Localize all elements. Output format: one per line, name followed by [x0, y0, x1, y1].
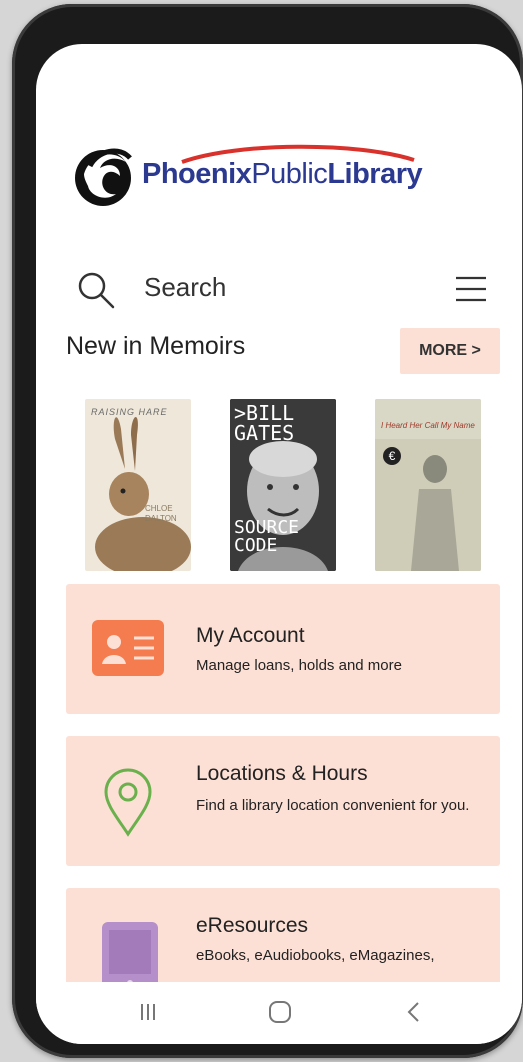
logo-part-public: Public: [251, 158, 328, 190]
location-pin-icon: [104, 768, 152, 837]
book-1-cover-author: CHLOE DALTON: [145, 504, 177, 523]
recent-apps-icon[interactable]: [136, 1000, 160, 1024]
locations-description: Find a library location convenient for y…: [196, 797, 470, 814]
logo-wordmark: PhoenixPublicLibrary: [142, 158, 423, 191]
library-logo: PhoenixPublicLibrary: [70, 140, 490, 210]
book-cover-raising-hare[interactable]: RAISING HARE CHLOE DALTON: [85, 399, 191, 571]
eresources-description: eBooks, eAudiobooks, eMagazines,: [196, 947, 435, 964]
my-account-card[interactable]: My Account Manage loans, holds and more: [66, 584, 500, 714]
back-icon[interactable]: [404, 1000, 424, 1024]
system-nav-bar: [36, 982, 522, 1044]
app-screen: PhoenixPublicLibrary Search New in Memoi…: [36, 44, 522, 1044]
book-cover-source-code[interactable]: >BILL GATES SOURCE CODE: [230, 399, 336, 571]
ebook-badge-icon: €: [383, 447, 401, 465]
book-2-cover-top: >BILL GATES: [234, 401, 295, 445]
search-icon[interactable]: [76, 270, 116, 310]
book-2-cover-bottom: SOURCE CODE: [234, 517, 300, 556]
home-icon[interactable]: [267, 1000, 293, 1024]
more-button[interactable]: MORE >: [400, 328, 500, 374]
phoenix-bird-icon: [75, 148, 132, 206]
id-card-icon: [92, 620, 164, 676]
book-cover-i-heard-her-call[interactable]: I Heard Her Call My Name €: [375, 399, 481, 571]
locations-hours-card[interactable]: Locations & Hours Find a library locatio…: [66, 736, 500, 866]
hare-illustration: [95, 416, 191, 571]
phone-frame: PhoenixPublicLibrary Search New in Memoi…: [12, 4, 523, 1058]
book-3-cover-title: I Heard Her Call My Name: [381, 421, 475, 430]
my-account-title: My Account: [196, 624, 305, 647]
locations-title: Locations & Hours: [196, 762, 368, 785]
eresources-title: eResources: [196, 914, 309, 937]
logo-part-phoenix: Phoenix: [142, 158, 252, 190]
book-1-cover-title: RAISING HARE: [91, 407, 168, 417]
my-account-description: Manage loans, holds and more: [196, 657, 402, 674]
search-label[interactable]: Search: [144, 272, 226, 303]
section-title: New in Memoirs: [66, 332, 246, 360]
logo-part-library: Library: [327, 158, 423, 190]
hamburger-menu-icon[interactable]: [454, 274, 488, 304]
